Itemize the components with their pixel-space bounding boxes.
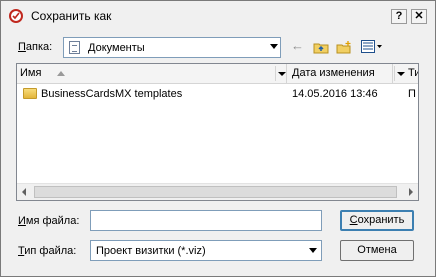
filename-label-text: мя файла: xyxy=(25,215,80,227)
title-bar[interactable]: Сохранить как ? ✕ xyxy=(1,1,435,31)
save-button[interactable]: Сохранить xyxy=(340,210,414,231)
filetype-label: Тип файла: xyxy=(18,245,76,257)
window-title: Сохранить как xyxy=(31,9,112,23)
filetype-value: Проект визитки (*.viz) xyxy=(96,245,206,257)
file-list[interactable]: Имя Дата изменения Ти BusinessCardsMX te… xyxy=(16,63,419,201)
location-combo[interactable]: Документы xyxy=(63,37,281,58)
filename-input[interactable] xyxy=(90,210,322,231)
column-filter-dropdown-icon[interactable] xyxy=(275,66,287,81)
scroll-left-icon[interactable] xyxy=(22,188,26,196)
item-name: BusinessCardsMX templates xyxy=(41,88,183,100)
help-button[interactable]: ? xyxy=(391,9,407,24)
horizontal-scrollbar[interactable] xyxy=(17,183,418,200)
close-button[interactable]: ✕ xyxy=(411,9,427,24)
scrollbar-thumb[interactable] xyxy=(34,186,397,198)
chevron-down-icon[interactable] xyxy=(270,44,278,49)
new-folder-icon[interactable] xyxy=(336,41,352,54)
save-button-label: охранить xyxy=(357,214,405,226)
filename-label: Имя файла: xyxy=(18,215,79,227)
location-label-text: апка: xyxy=(25,41,53,53)
filetype-label-text: ип файла: xyxy=(24,245,77,257)
folder-up-icon[interactable] xyxy=(313,41,329,54)
item-date: 14.05.2016 13:46 xyxy=(292,88,378,100)
location-label: Папка: xyxy=(18,41,52,53)
column-header-type-label: Ти xyxy=(408,67,418,79)
app-logo-icon xyxy=(9,9,23,23)
list-header: Имя Дата изменения Ти xyxy=(17,64,418,84)
location-value: Документы xyxy=(88,42,145,54)
column-header-date-label: Дата изменения xyxy=(292,67,375,79)
column-header-name-label: Имя xyxy=(20,67,42,79)
view-menu-icon[interactable] xyxy=(361,40,383,54)
cancel-button[interactable]: Отмена xyxy=(340,240,414,261)
scroll-right-icon[interactable] xyxy=(409,188,413,196)
save-button-accel: С xyxy=(349,214,358,226)
filetype-select[interactable]: Проект визитки (*.viz) xyxy=(90,240,322,261)
list-item[interactable]: BusinessCardsMX templates 14.05.2016 13:… xyxy=(17,85,418,103)
documents-folder-icon xyxy=(69,41,80,54)
column-header-type[interactable]: Ти xyxy=(405,64,418,83)
item-type: П xyxy=(408,88,416,100)
back-arrow-icon[interactable]: ← xyxy=(291,38,304,53)
filename-label-accel: И xyxy=(18,215,26,227)
save-as-dialog: Сохранить как ? ✕ Папка: Документы ← Имя xyxy=(0,0,436,277)
column-header-date[interactable]: Дата изменения xyxy=(289,64,393,83)
location-label-accel: П xyxy=(18,41,26,53)
folder-icon xyxy=(23,88,37,99)
sort-ascending-icon xyxy=(57,71,65,76)
chevron-down-icon[interactable] xyxy=(309,248,317,253)
